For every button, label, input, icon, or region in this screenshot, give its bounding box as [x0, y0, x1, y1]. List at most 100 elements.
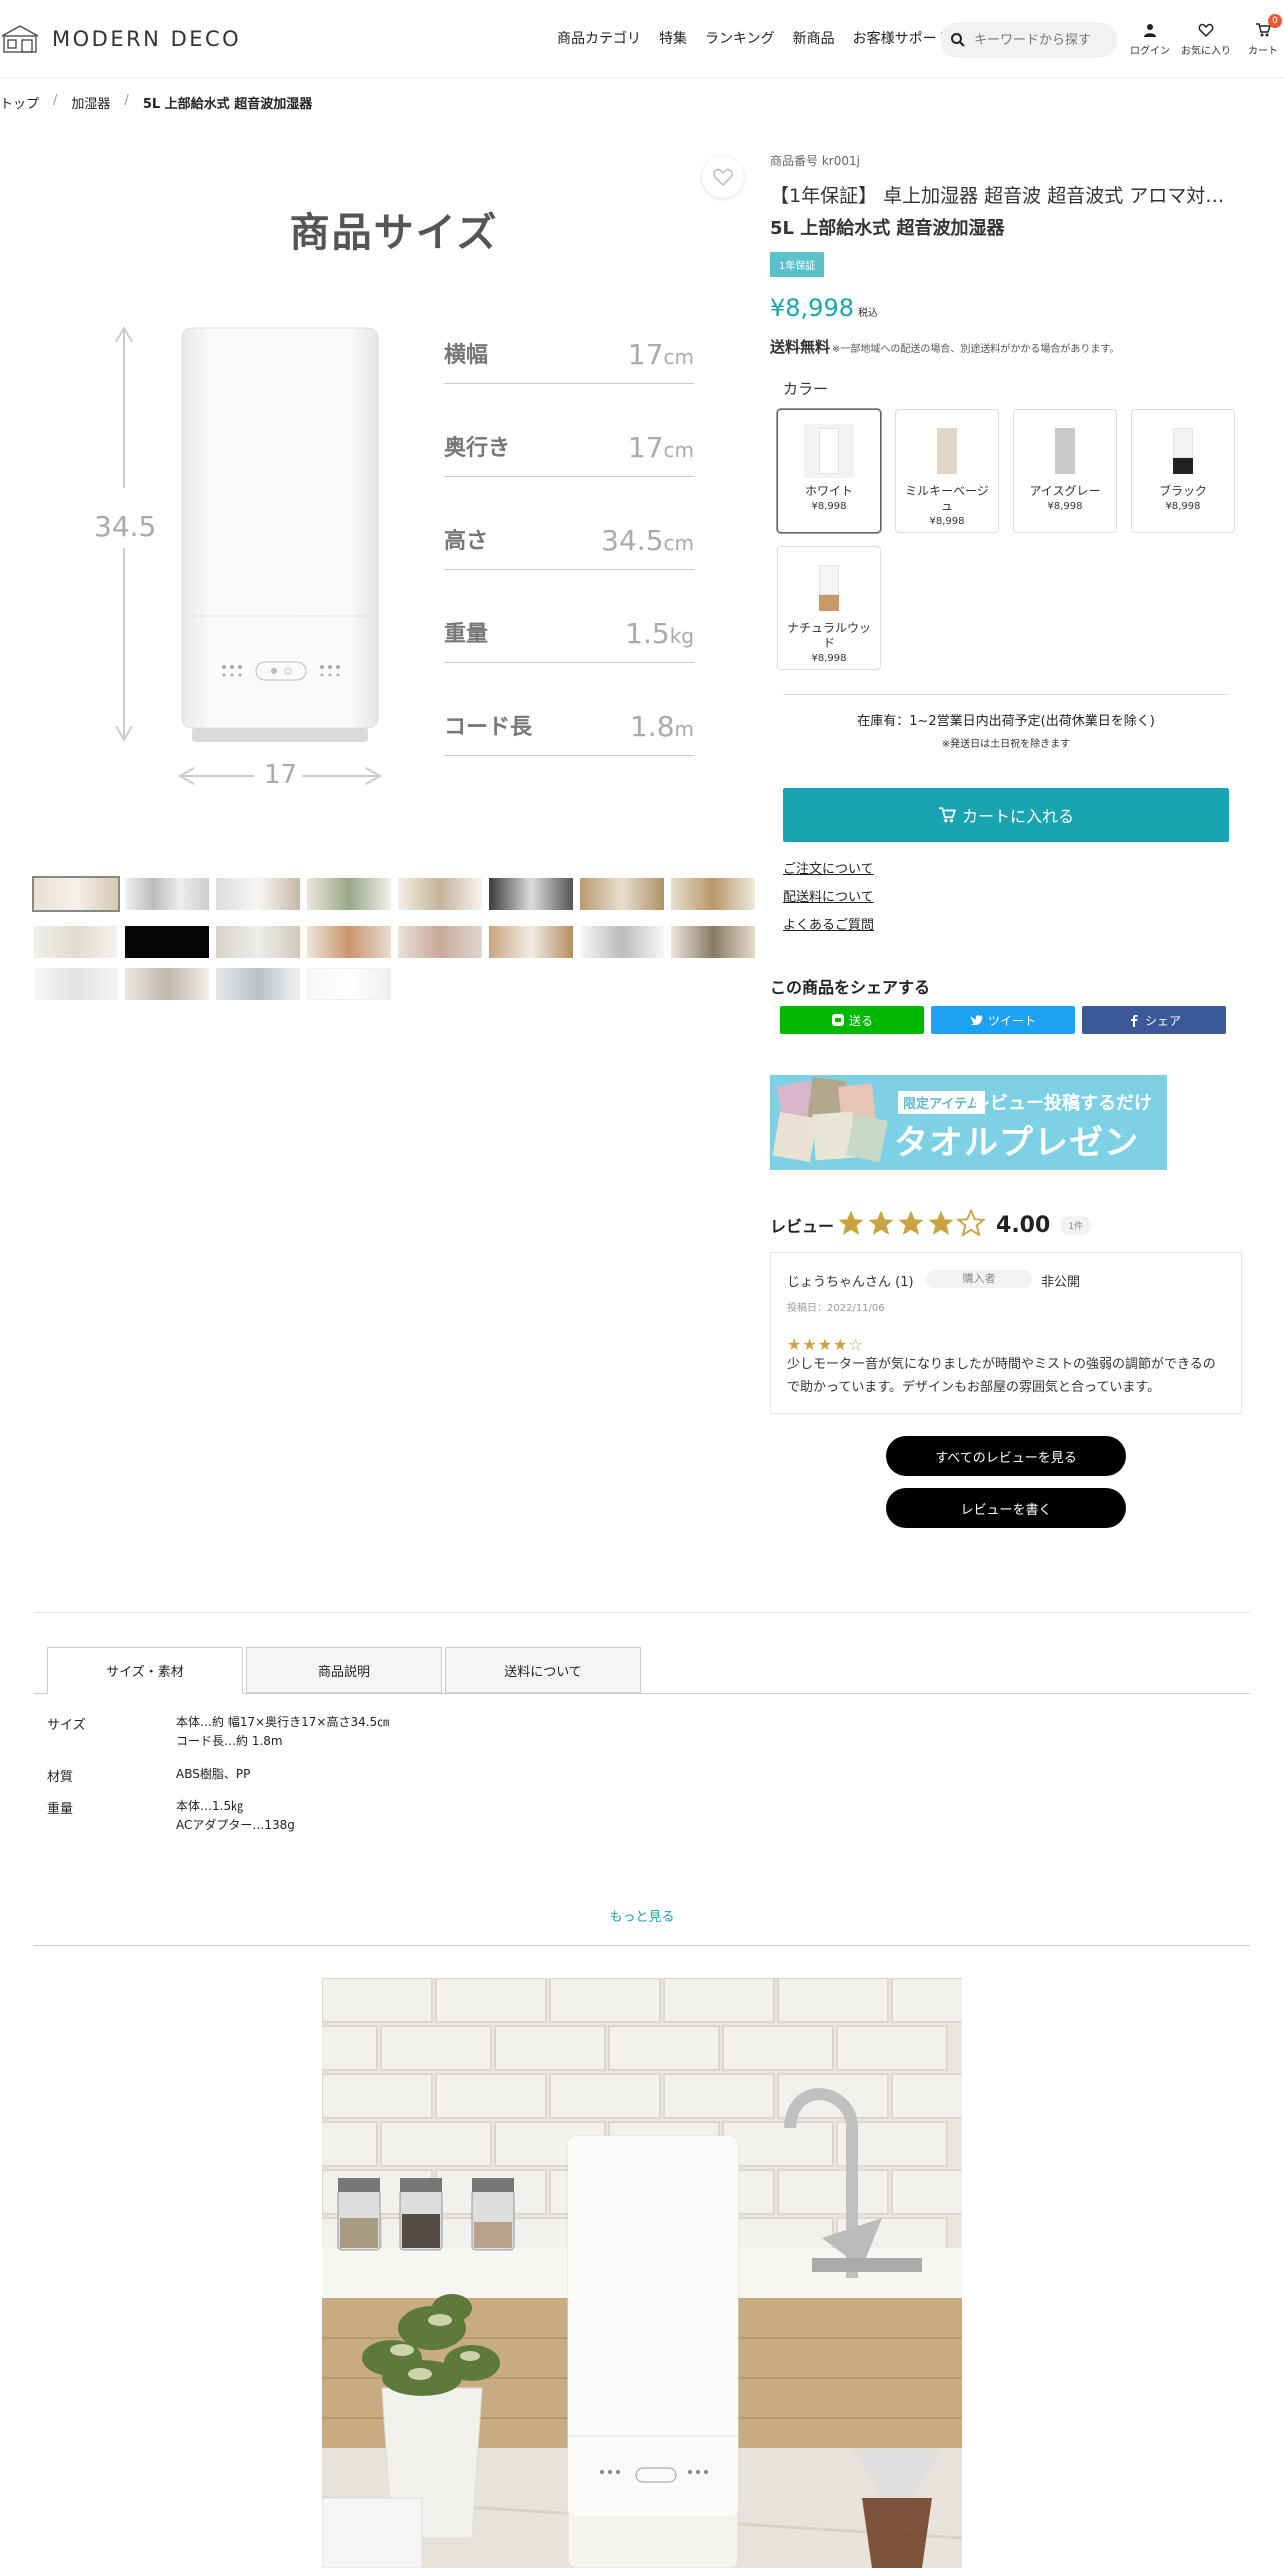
- tab-shipping[interactable]: 送料について: [445, 1647, 641, 1693]
- color-option-black[interactable]: ブラック ¥8,998: [1131, 409, 1235, 533]
- heart-icon: [1198, 23, 1214, 38]
- thumbnail[interactable]: [216, 968, 300, 1000]
- purchaser-badge: 購入者: [926, 1270, 1032, 1288]
- facebook-share-label: シェア: [1144, 1013, 1181, 1028]
- divider: [34, 1945, 1250, 1946]
- logo[interactable]: MODERN DECO: [0, 22, 241, 56]
- thumbnail[interactable]: [489, 926, 573, 958]
- towels-illustration: [772, 1076, 888, 1163]
- thumbnail[interactable]: [489, 878, 573, 910]
- twitter-share-label: ツイート: [987, 1013, 1036, 1028]
- color-name: ミルキーベージュ: [905, 484, 989, 513]
- product-number: 商品番号 kr001j: [770, 154, 860, 168]
- nav-features[interactable]: 特集: [659, 28, 687, 48]
- thumbnail[interactable]: [125, 968, 209, 1000]
- search-input[interactable]: [974, 32, 1114, 48]
- thumbnail[interactable]: [671, 926, 755, 958]
- review-summary: レビュー 4.00 1件: [770, 1208, 1092, 1242]
- color-swatch: [1040, 424, 1090, 478]
- tab-description[interactable]: 商品説明: [246, 1647, 442, 1693]
- tax-label: 税込: [857, 308, 878, 319]
- reviewer-name[interactable]: じょうちゃんさん (1): [787, 1271, 914, 1290]
- color-option-white[interactable]: ホワイト ¥8,998: [777, 409, 881, 533]
- thumbnail[interactable]: [125, 878, 209, 910]
- search-box: [940, 22, 1118, 58]
- product-title: 【1年保証】 卓上加湿器 超音波 超音波式 アロマ対応 上部給水: [770, 185, 1240, 207]
- nav-support[interactable]: お客様サポート: [853, 28, 951, 48]
- color-option-ice-gray[interactable]: アイスグレー ¥8,998: [1013, 409, 1117, 533]
- breadcrumb: トップ / 加湿器 / 5L 上部給水式 超音波加湿器: [0, 93, 322, 112]
- star-filled-icon: [898, 1210, 924, 1235]
- cart-icon: [939, 807, 956, 823]
- thumbnail[interactable]: [307, 878, 391, 910]
- divider: [34, 1612, 1250, 1613]
- write-review-button[interactable]: レビューを書く: [886, 1488, 1126, 1528]
- thumbnail[interactable]: [32, 876, 120, 912]
- thumbnail[interactable]: [125, 926, 209, 958]
- nav-new[interactable]: 新商品: [793, 28, 835, 48]
- review-label: レビュー: [770, 1217, 835, 1236]
- twitter-share-button[interactable]: ツイート: [931, 1006, 1075, 1034]
- spec-row: コード長 1.8m: [444, 696, 694, 756]
- line-share-button[interactable]: 送る: [780, 1006, 924, 1034]
- facebook-icon: [1130, 1015, 1138, 1027]
- review-campaign-banner[interactable]: 限定アイテム レビュー投稿するだけ タオルプレゼント!: [770, 1075, 1167, 1170]
- tab-size-material[interactable]: サイズ・素材: [47, 1647, 243, 1694]
- main-product-image[interactable]: 商品サイズ 34.5 17 横幅 17cm 奥行き 17cm 高さ 34.5cm…: [34, 138, 754, 858]
- spec-value: 17cm: [628, 431, 694, 464]
- thumbnail[interactable]: [398, 878, 482, 910]
- breadcrumb-top[interactable]: トップ: [0, 93, 39, 112]
- facebook-share-button[interactable]: シェア: [1082, 1006, 1226, 1034]
- twitter-icon: [970, 1015, 983, 1026]
- all-reviews-button[interactable]: すべてのレビューを見る: [886, 1436, 1126, 1476]
- thumbnail[interactable]: [216, 926, 300, 958]
- star-filled-icon: [868, 1210, 894, 1235]
- color-name: ナチュラルウッド: [786, 621, 871, 650]
- house-logo-icon: [1, 25, 39, 53]
- spec-line: コード長…約 1.8m: [176, 1734, 283, 1748]
- spec-value: 1.5kg: [625, 617, 694, 650]
- thumbnail[interactable]: [34, 968, 118, 1000]
- nav-categories[interactable]: 商品カテゴリ: [557, 28, 641, 48]
- width-dimension-label: 17: [264, 760, 298, 790]
- favorites-label: お気に入り: [1181, 46, 1231, 57]
- review-text: 少しモーター音が気になりましたが時間やミストの強弱の調節ができるので助かっていま…: [787, 1357, 1216, 1395]
- favorite-button[interactable]: [702, 156, 744, 198]
- spec-number: 1.8: [629, 710, 675, 743]
- thumbnail[interactable]: [307, 926, 391, 958]
- site-header: MODERN DECO 商品カテゴリ 特集 ランキング 新商品 お客様サポート …: [0, 0, 1284, 78]
- shipping-note: ※一部地域への配送の場合、別途送料がかかる場合があります。: [832, 344, 1120, 355]
- color-price: ¥8,998: [811, 501, 847, 512]
- search-icon[interactable]: [950, 32, 966, 48]
- spec-label: 横幅: [444, 343, 489, 368]
- thumbnail[interactable]: [307, 968, 391, 1000]
- nav-ranking[interactable]: ランキング: [705, 28, 775, 48]
- cart-link[interactable]: カート 0: [1248, 14, 1282, 57]
- divider: [783, 694, 1229, 695]
- show-more-link[interactable]: もっと見る: [0, 1906, 1284, 1925]
- breadcrumb-humidifier[interactable]: 加湿器: [71, 93, 110, 112]
- height-dimension-label: 34.5: [94, 510, 157, 543]
- spec-unit: cm: [663, 531, 694, 555]
- color-option-milky-beige[interactable]: ミルキーベージュ ¥8,998: [895, 409, 999, 533]
- add-to-cart-button[interactable]: カートに入れる: [783, 788, 1229, 842]
- breadcrumb-separator: /: [53, 93, 58, 108]
- star-filled-icon: [928, 1210, 954, 1235]
- color-option-natural-wood[interactable]: ナチュラルウッド ¥8,998: [777, 546, 881, 670]
- thumbnail[interactable]: [34, 926, 118, 958]
- favorites-link[interactable]: お気に入り: [1181, 22, 1231, 57]
- thumbnail[interactable]: [580, 926, 664, 958]
- thumbnail[interactable]: [398, 926, 482, 958]
- faq-link[interactable]: よくあるご質問: [783, 914, 874, 933]
- thumbnail[interactable]: [580, 878, 664, 910]
- shipping-info: 送料無料 ※一部地域への配送の場合、別途送料がかかる場合があります。: [770, 336, 1119, 357]
- spec-number: 17: [627, 431, 664, 464]
- thumbnail[interactable]: [216, 878, 300, 910]
- login-label: ログイン: [1130, 46, 1170, 57]
- thumbnail[interactable]: [671, 878, 755, 910]
- login-link[interactable]: ログイン: [1130, 22, 1170, 57]
- warranty-badge: 1年保証: [770, 252, 825, 277]
- shipping-label: 送料無料: [770, 338, 831, 356]
- shipping-fee-link[interactable]: 配送料について: [783, 886, 874, 905]
- order-info-link[interactable]: ご注文について: [783, 858, 874, 877]
